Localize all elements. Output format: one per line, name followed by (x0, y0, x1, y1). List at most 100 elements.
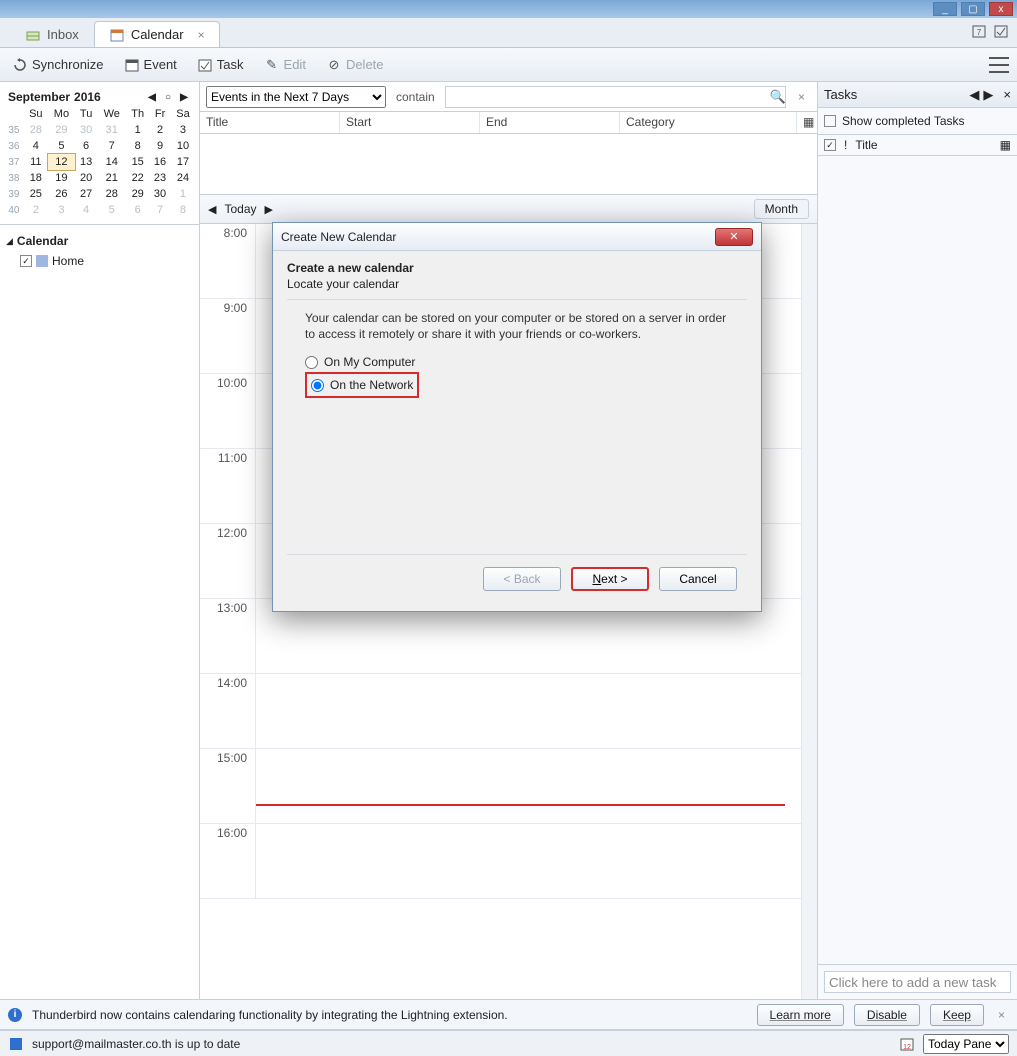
mini-day[interactable]: 3 (171, 122, 195, 138)
mini-day[interactable]: 26 (48, 186, 75, 202)
menu-button[interactable] (989, 57, 1009, 73)
back-button[interactable]: < Back (483, 567, 561, 591)
filter-search-input[interactable] (445, 86, 786, 108)
task-col-check[interactable]: ✓ (824, 139, 836, 151)
tab-close-button[interactable]: × (198, 28, 205, 42)
synchronize-button[interactable]: Synchronize (8, 54, 108, 76)
tasks-prev-button[interactable]: ◀ (969, 87, 979, 103)
mini-prev-button[interactable]: ◀ (145, 90, 159, 104)
tasks-next-button[interactable]: ▶ (983, 87, 993, 103)
event-button[interactable]: Event (120, 54, 181, 76)
col-picker-button[interactable]: ▦ (797, 112, 817, 133)
mini-day[interactable]: 27 (75, 186, 97, 202)
filter-preset-select[interactable]: Events in the Next 7 Days (206, 86, 386, 108)
task-col-title[interactable]: Title (855, 138, 877, 152)
radio-on-my-computer-input[interactable] (305, 356, 318, 369)
mini-day[interactable]: 9 (149, 138, 171, 154)
mini-day[interactable]: 22 (126, 170, 149, 186)
mini-day[interactable]: 31 (97, 122, 126, 138)
filter-clear-button[interactable]: × (792, 90, 811, 104)
calendar-home-checkbox[interactable]: ✓ (20, 255, 32, 267)
mini-day[interactable]: 1 (126, 122, 149, 138)
mini-next-button[interactable]: ▶ (177, 90, 191, 104)
mini-day[interactable]: 18 (24, 170, 48, 186)
mini-day[interactable]: 1 (171, 186, 195, 202)
mini-day[interactable]: 5 (48, 138, 75, 154)
window-minimize-button[interactable]: _ (933, 2, 957, 16)
mini-day[interactable]: 6 (75, 138, 97, 154)
keep-button[interactable]: Keep (930, 1004, 984, 1026)
mini-day[interactable]: 19 (48, 170, 75, 186)
mini-day[interactable]: 12 (48, 154, 75, 170)
radio-on-my-computer[interactable]: On My Computer (305, 352, 729, 372)
mini-day[interactable]: 30 (75, 122, 97, 138)
mini-month-label: September (8, 90, 70, 104)
today-pane-select[interactable]: Today Pane (923, 1034, 1009, 1054)
search-icon[interactable]: 🔍 (770, 89, 786, 105)
tasks-toggle-icon[interactable] (993, 23, 1009, 39)
col-start[interactable]: Start (340, 112, 480, 133)
tab-inbox[interactable]: Inbox (10, 21, 94, 47)
col-end[interactable]: End (480, 112, 620, 133)
mini-day[interactable]: 25 (24, 186, 48, 202)
mini-day[interactable]: 4 (24, 138, 48, 154)
mini-day[interactable]: 8 (171, 202, 195, 218)
calendar7-icon[interactable]: 7 (971, 23, 987, 39)
info-close-button[interactable]: × (994, 1008, 1009, 1022)
cancel-button[interactable]: Cancel (659, 567, 737, 591)
mini-day[interactable]: 2 (149, 122, 171, 138)
mini-day[interactable]: 20 (75, 170, 97, 186)
mini-day[interactable]: 4 (75, 202, 97, 218)
mini-day[interactable]: 29 (48, 122, 75, 138)
add-task-input[interactable] (824, 971, 1011, 993)
delete-button[interactable]: ⊘ Delete (322, 54, 388, 76)
scrollbar[interactable] (801, 224, 817, 999)
next-button[interactable]: Next > (571, 567, 649, 591)
tasks-close-button[interactable]: × (1003, 87, 1011, 102)
mini-calendar-grid[interactable]: SuMoTuWeThFrSa 3528293031123364567891037… (4, 106, 195, 218)
view-month-button[interactable]: Month (754, 199, 809, 219)
mini-day[interactable]: 13 (75, 154, 97, 170)
mini-day[interactable]: 7 (97, 138, 126, 154)
tab-calendar[interactable]: Calendar × (94, 21, 220, 47)
disable-button[interactable]: Disable (854, 1004, 920, 1026)
dialog-close-button[interactable]: ✕ (715, 228, 753, 246)
mini-day[interactable]: 2 (24, 202, 48, 218)
mini-day[interactable]: 29 (126, 186, 149, 202)
mini-day[interactable]: 24 (171, 170, 195, 186)
day-next-button[interactable]: ▶ (265, 203, 273, 216)
learn-more-button[interactable]: Learn more (757, 1004, 844, 1026)
dialog-message: Your calendar can be stored on your comp… (287, 310, 747, 352)
mini-day[interactable]: 14 (97, 154, 126, 170)
mini-today-button[interactable]: ○ (161, 90, 175, 104)
mini-day[interactable]: 16 (149, 154, 171, 170)
mini-day[interactable]: 8 (126, 138, 149, 154)
show-completed-checkbox[interactable] (824, 115, 836, 127)
expand-icon[interactable]: ◢ (6, 236, 13, 247)
mini-day[interactable]: 28 (97, 186, 126, 202)
task-col-picker-button[interactable]: ▦ (1000, 138, 1011, 152)
mini-day[interactable]: 17 (171, 154, 195, 170)
mini-day[interactable]: 21 (97, 170, 126, 186)
col-category[interactable]: Category (620, 112, 797, 133)
radio-on-network-input[interactable] (311, 379, 324, 392)
mini-day[interactable]: 30 (149, 186, 171, 202)
mini-day[interactable]: 28 (24, 122, 48, 138)
mini-day[interactable]: 15 (126, 154, 149, 170)
task-button[interactable]: Task (193, 54, 248, 76)
radio-on-network[interactable]: On the Network (311, 375, 413, 395)
mini-day[interactable]: 11 (24, 154, 48, 170)
task-col-priority-icon[interactable]: ! (844, 138, 847, 152)
day-prev-button[interactable]: ◀ (208, 203, 216, 216)
mini-day[interactable]: 5 (97, 202, 126, 218)
day-today-label[interactable]: Today (224, 202, 256, 216)
edit-button[interactable]: ✎ Edit (260, 54, 310, 76)
mini-day[interactable]: 23 (149, 170, 171, 186)
col-title[interactable]: Title (200, 112, 340, 133)
mini-day[interactable]: 10 (171, 138, 195, 154)
mini-day[interactable]: 7 (149, 202, 171, 218)
window-maximize-button[interactable]: ▢ (961, 2, 985, 16)
mini-day[interactable]: 3 (48, 202, 75, 218)
window-close-button[interactable]: x (989, 2, 1013, 16)
mini-day[interactable]: 6 (126, 202, 149, 218)
